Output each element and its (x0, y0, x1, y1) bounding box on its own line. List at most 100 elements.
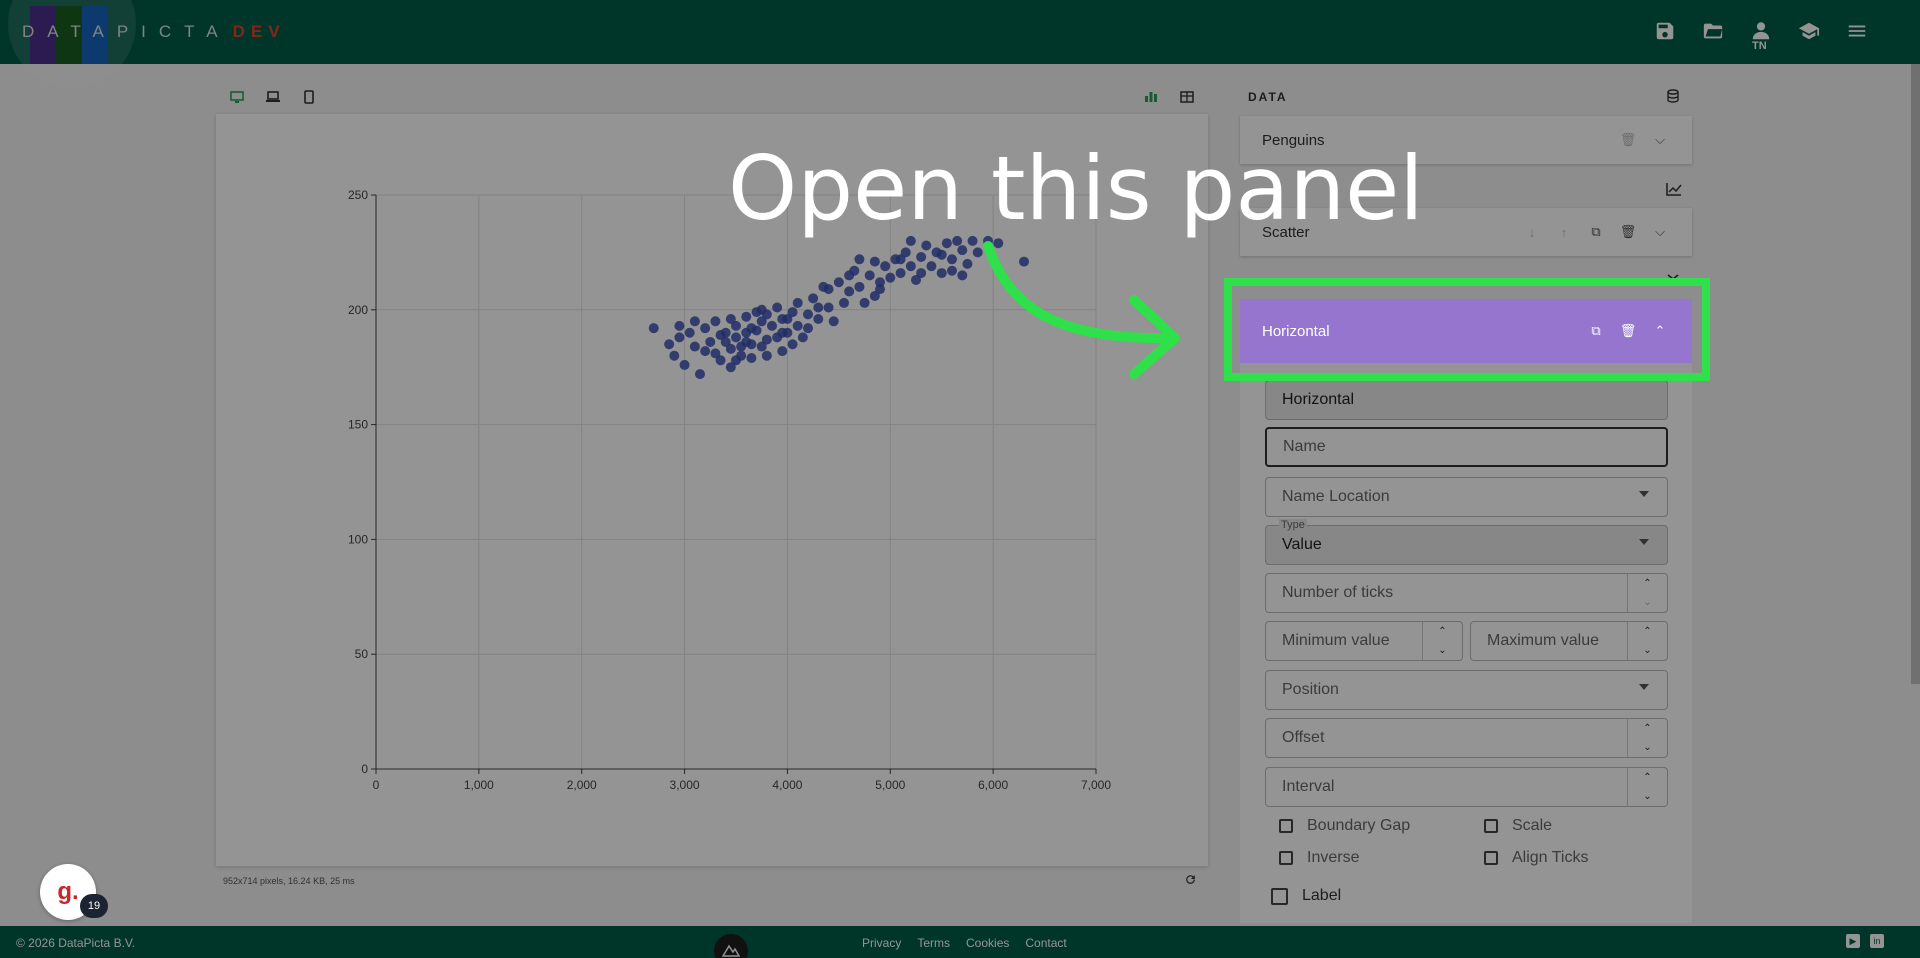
bar-chart-icon[interactable] (1142, 88, 1160, 106)
youtube-icon[interactable]: ▶ (1846, 934, 1860, 948)
chevron-down-icon[interactable]: ⌄ (1643, 645, 1651, 656)
x-tick-label: 5,000 (875, 778, 905, 792)
table-icon[interactable] (1178, 88, 1196, 106)
checkbox-box[interactable] (1484, 851, 1498, 865)
caret-down-icon (1639, 491, 1649, 497)
footer-link-contact[interactable]: Contact (1025, 936, 1066, 950)
folder-open-icon[interactable] (1700, 18, 1726, 44)
number-of-ticks-input[interactable]: Number of ticks ⌃ ⌄ (1265, 573, 1668, 613)
footer-link-cookies[interactable]: Cookies (966, 936, 1009, 950)
scatter-point (844, 286, 855, 297)
chevron-up-icon[interactable]: ⌃ (1643, 723, 1651, 734)
scatter-point (731, 320, 741, 331)
scatter-point (782, 313, 793, 324)
y-tick-label: 0 (361, 762, 368, 776)
number-stepper[interactable]: ⌃ ⌄ (1627, 768, 1667, 806)
checkbox-box[interactable] (1279, 851, 1293, 865)
save-icon[interactable] (1652, 18, 1678, 44)
minimum-value-input[interactable]: Minimum value ⌃ ⌄ (1265, 621, 1463, 661)
scatter-point (936, 249, 947, 260)
chevron-down-icon[interactable]: ⌄ (1438, 645, 1446, 656)
desktop-icon[interactable] (228, 88, 246, 106)
database-icon[interactable] (1667, 89, 1679, 106)
mobile-icon[interactable] (300, 88, 318, 106)
chevron-down-icon[interactable]: ⌵ (1650, 132, 1670, 148)
scatter-point (828, 316, 839, 327)
y-tick-label: 200 (348, 303, 368, 317)
scatter-point (741, 336, 752, 347)
delete-icon[interactable]: 🗑 (1618, 132, 1638, 148)
scatter-point (674, 320, 685, 331)
footer-link-terms[interactable]: Terms (917, 936, 950, 950)
number-stepper[interactable]: ⌃ ⌄ (1627, 719, 1667, 757)
scatter-point (792, 297, 803, 308)
scatter-point (916, 251, 927, 262)
chevron-down-icon[interactable]: ⌵ (1650, 224, 1670, 240)
footer-link-privacy[interactable]: Privacy (862, 936, 901, 950)
scatter-point (895, 254, 906, 265)
scatter-point (823, 302, 834, 313)
number-stepper[interactable]: ⌃ ⌄ (1627, 574, 1667, 612)
checkbox-box[interactable] (1271, 887, 1288, 905)
scatter-point (869, 291, 880, 302)
arrow-down-icon[interactable]: ↓ (1522, 225, 1542, 240)
scale-checkbox[interactable]: Scale (1484, 817, 1552, 835)
refresh-icon[interactable] (1184, 873, 1197, 889)
arrow-up-icon[interactable]: ↑ (1554, 225, 1574, 240)
graduation-cap-icon[interactable] (1796, 18, 1822, 44)
label-checkbox[interactable]: Label (1271, 887, 1341, 905)
maximum-value-input[interactable]: Maximum value ⌃ ⌄ (1470, 621, 1668, 661)
duplicate-icon[interactable]: ⧉ (1586, 224, 1606, 240)
linkedin-icon[interactable]: in (1870, 934, 1884, 948)
caret-down-icon (1639, 539, 1649, 545)
axis-name-input[interactable]: Name (1265, 427, 1668, 467)
scatter-point (808, 293, 819, 304)
chevron-down-icon[interactable]: ⌄ (1643, 742, 1651, 753)
number-stepper[interactable]: ⌃ ⌄ (1422, 622, 1462, 660)
offset-input[interactable]: Offset ⌃ ⌄ (1265, 718, 1668, 758)
line-chart-icon[interactable] (1666, 182, 1682, 199)
position-select[interactable]: Position (1265, 670, 1668, 710)
boundary-gap-checkbox[interactable]: Boundary Gap (1279, 817, 1410, 835)
offset-placeholder: Offset (1282, 729, 1325, 746)
page-scrollbar[interactable] (1911, 64, 1920, 684)
tutorial-highlight-box (1224, 278, 1710, 381)
checkbox-box[interactable] (1484, 819, 1498, 833)
scatter-point (725, 343, 736, 354)
chevron-up-icon[interactable]: ⌃ (1438, 626, 1446, 637)
delete-icon[interactable]: 🗑 (1618, 224, 1638, 240)
scatter-point (731, 332, 741, 343)
app-header: DATAPICTA DEV TN (0, 0, 1920, 88)
checkbox-box[interactable] (1279, 819, 1293, 833)
chevron-down-icon[interactable]: ⌄ (1643, 791, 1651, 802)
chevron-up-icon[interactable]: ⌃ (1643, 772, 1651, 783)
align-ticks-checkbox[interactable]: Align Ticks (1484, 849, 1588, 867)
scatter-point (772, 302, 783, 313)
maximum-value-placeholder: Maximum value (1487, 632, 1600, 649)
chevron-down-icon[interactable]: ⌄ (1643, 597, 1651, 608)
scatter-point (813, 313, 824, 324)
chevron-up-icon[interactable]: ⌃ (1643, 578, 1651, 589)
footer-links: Privacy Terms Cookies Contact (862, 936, 1067, 950)
scatter-point (689, 316, 700, 327)
inverse-checkbox[interactable]: Inverse (1279, 849, 1359, 867)
number-stepper[interactable]: ⌃ ⌄ (1627, 622, 1667, 660)
position-placeholder: Position (1282, 681, 1339, 698)
scatter-point (684, 327, 695, 338)
app-logo[interactable]: DATAPICTA DEV (22, 22, 286, 42)
scatter-point (777, 346, 788, 357)
axis-select[interactable]: Horizontal (1265, 380, 1668, 420)
menu-icon[interactable] (1844, 18, 1870, 44)
scatter-point (844, 270, 855, 281)
user-icon[interactable]: TN (1748, 18, 1774, 52)
axis-type-select[interactable]: Value (1265, 525, 1668, 565)
interval-input[interactable]: Interval ⌃ ⌄ (1265, 767, 1668, 807)
minimum-value-placeholder: Minimum value (1282, 632, 1390, 649)
footer-logo-badge[interactable] (714, 934, 748, 958)
x-tick-label: 3,000 (670, 778, 700, 792)
name-location-select[interactable]: Name Location (1265, 477, 1668, 517)
scatter-point (715, 355, 726, 366)
laptop-icon[interactable] (264, 88, 282, 106)
chevron-up-icon[interactable]: ⌃ (1643, 626, 1651, 637)
logo-text: DATAPICTA (22, 22, 231, 41)
